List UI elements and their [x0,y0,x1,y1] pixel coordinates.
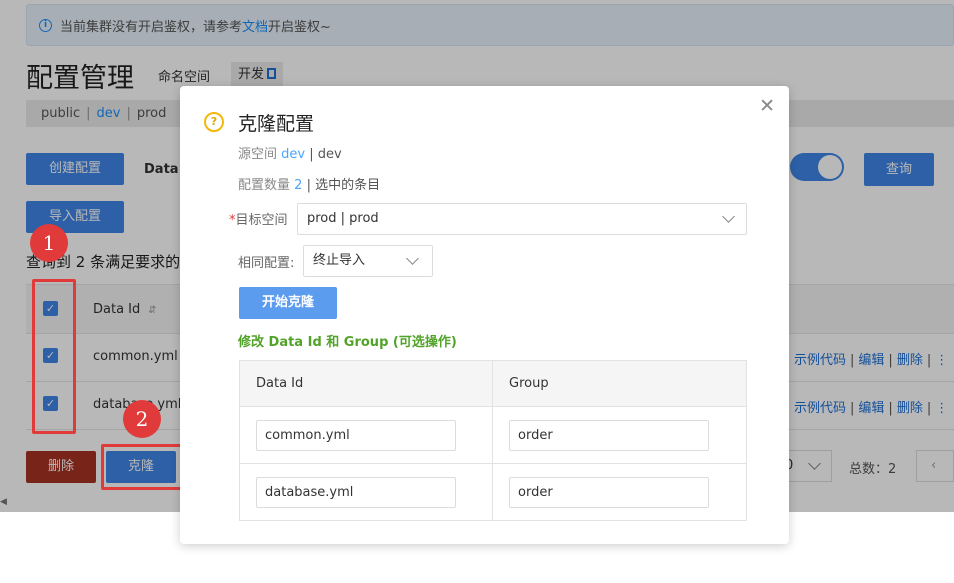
clone-config-dialog: ✕ ? 克隆配置 源空间 dev | dev 配置数量 2 | 选中的条目 *目… [180,86,789,544]
annotation-box-checkboxes [32,279,76,434]
question-icon: ? [204,112,224,132]
annotation-step-1: 1 [30,224,68,262]
annotation-step-2: 2 [123,400,161,438]
count-label: 配置数量 [238,178,291,193]
source-value: dev [281,147,306,162]
target-namespace-value: prod | prod [307,211,379,226]
start-clone-button[interactable]: 开始克隆 [239,287,337,319]
chevron-down-icon [722,210,735,223]
modify-table: Data Id Group common.yml order database.… [239,360,747,521]
target-namespace-select[interactable]: prod | prod [297,203,747,235]
group-input[interactable]: order [509,420,709,451]
modify-table-header: Data Id Group [240,361,746,407]
source-label: 源空间 [238,147,278,162]
data-id-input[interactable]: database.yml [256,477,456,508]
dialog-title: 克隆配置 [238,113,315,135]
col-group: Group [509,376,549,391]
same-config-label: 相同配置: [238,256,295,271]
chevron-down-icon [406,252,419,265]
group-input[interactable]: order [509,477,709,508]
modify-id-group-label: 修改 Data Id 和 Group (可选操作) [238,335,457,350]
annotation-box-clone [101,444,183,490]
count-suffix: | 选中的条目 [306,178,381,193]
source-suffix: | dev [309,147,342,162]
modify-table-row: database.yml order [240,464,746,521]
source-namespace: 源空间 dev | dev [238,143,342,162]
data-id-input[interactable]: common.yml [256,420,456,451]
count-value: 2 [294,178,303,193]
same-config-select[interactable]: 终止导入 [303,245,433,277]
collapse-arrow-icon[interactable]: ◀ [0,497,7,507]
col-data-id: Data Id [256,376,304,391]
config-count: 配置数量 2 | 选中的条目 [238,174,380,193]
target-namespace-label: *目标空间 [229,213,288,228]
modify-table-row: common.yml order [240,407,746,464]
close-icon[interactable]: ✕ [759,97,775,116]
same-config-value: 终止导入 [313,253,366,268]
